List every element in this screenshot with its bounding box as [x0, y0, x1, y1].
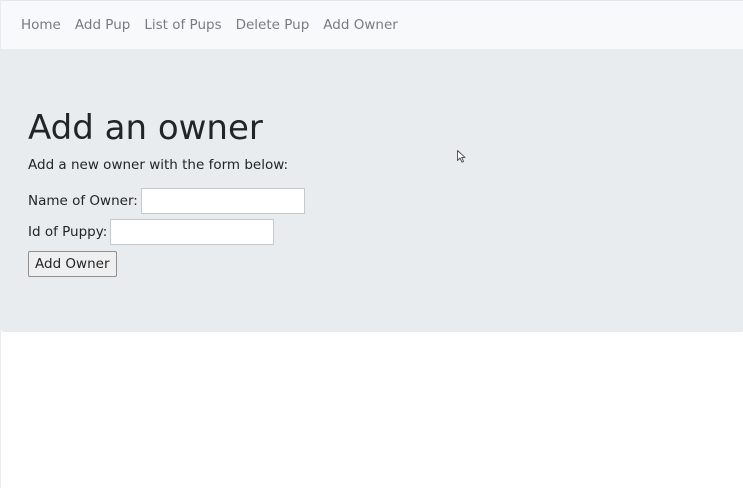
puppy-id-input[interactable] — [110, 219, 275, 245]
page-title: Add an owner — [28, 108, 263, 148]
owner-name-row: Name of Owner: — [28, 188, 305, 214]
form-description: Add a new owner with the form below: — [28, 157, 289, 173]
nav-link-home[interactable]: Home — [21, 17, 61, 33]
puppy-id-row: Id of Puppy: — [28, 219, 275, 245]
nav-link-add-pup[interactable]: Add Pup — [75, 17, 130, 33]
nav-link-list-of-pups[interactable]: List of Pups — [144, 17, 221, 33]
page: Home Add Pup List of Pups Delete Pup Add… — [0, 0, 743, 488]
puppy-id-label: Id of Puppy: — [28, 224, 108, 240]
jumbotron: Add an owner Add a new owner with the fo… — [1, 49, 743, 332]
navbar: Home Add Pup List of Pups Delete Pup Add… — [1, 0, 743, 49]
owner-name-input[interactable] — [140, 188, 305, 214]
mouse-pointer-icon — [457, 150, 466, 163]
nav-link-delete-pup[interactable]: Delete Pup — [236, 17, 310, 33]
owner-name-label: Name of Owner: — [28, 193, 138, 209]
nav-link-add-owner[interactable]: Add Owner — [323, 17, 398, 33]
add-owner-button[interactable]: Add Owner — [28, 251, 117, 277]
